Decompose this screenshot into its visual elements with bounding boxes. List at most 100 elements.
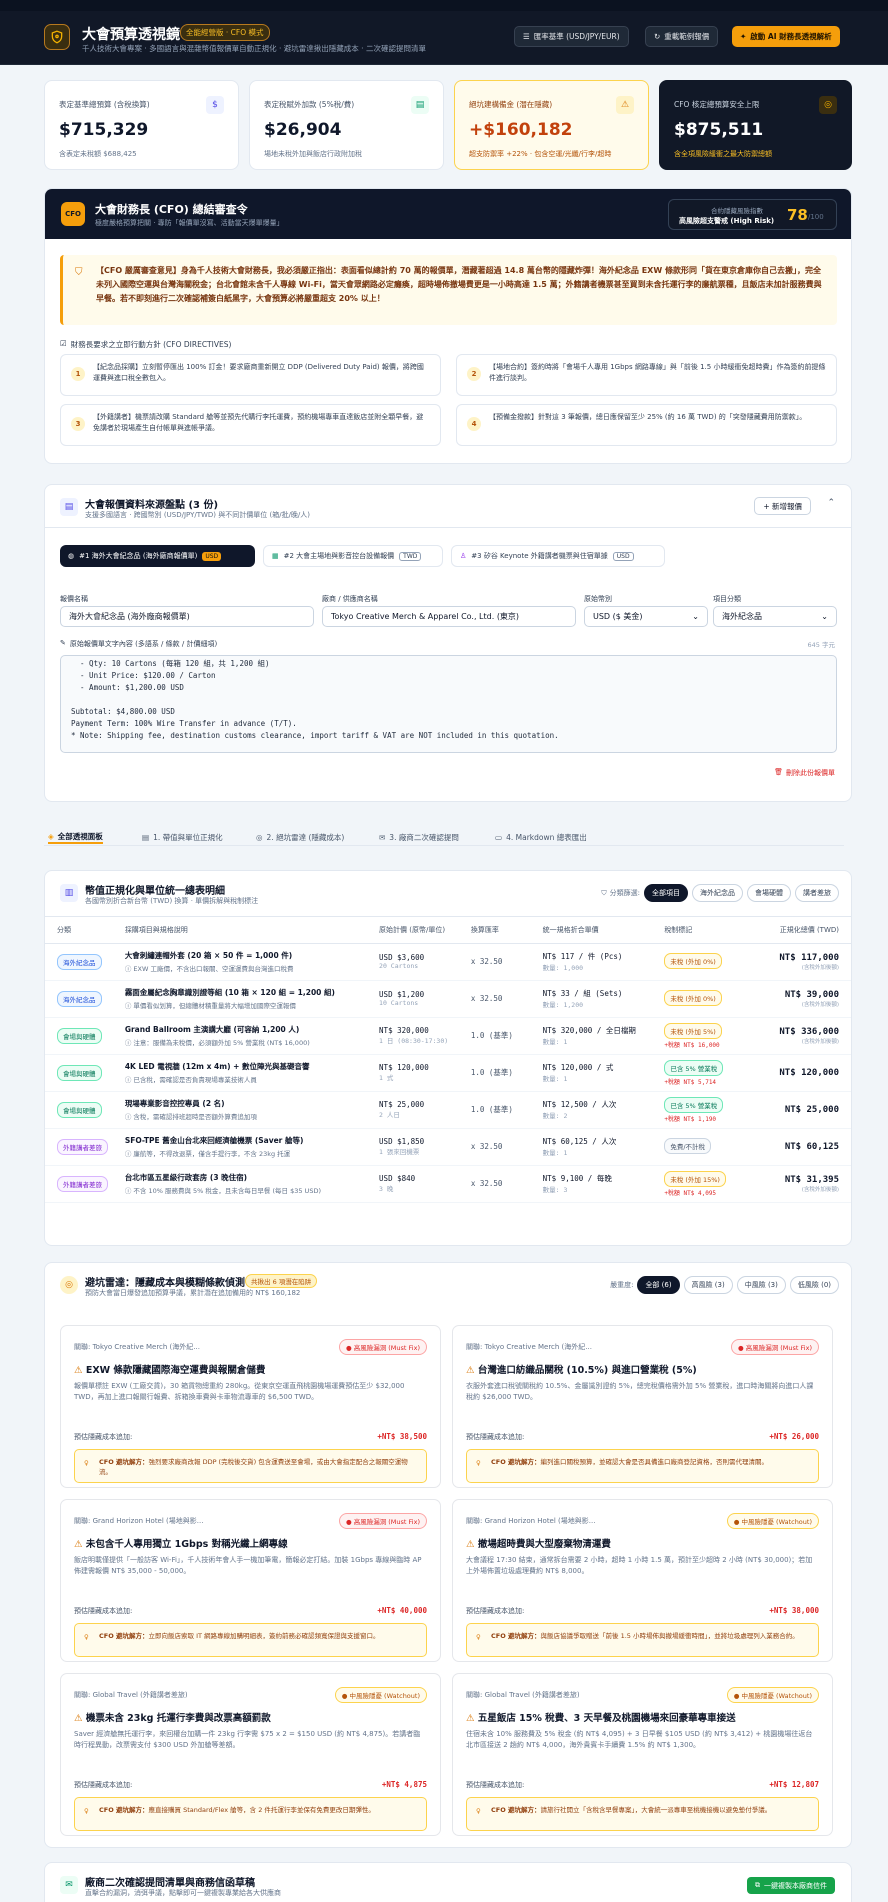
total-note: (含稅外加後額) (801, 1038, 839, 1045)
unit-price: NT$ 320,000 / 全日檔期 (542, 1026, 636, 1035)
tab-radar[interactable]: ◎ 2. 絕坑雷達 (隱藏成本) (256, 830, 344, 844)
severity-badge: ● 中風險隱憂 (Watchout) (726, 1513, 819, 1529)
severity-badge: ● 中風險隱憂 (Watchout) (726, 1687, 819, 1703)
fx-settings-button[interactable]: ☰ 匯率基準 (USD/JPY/EUR) (514, 26, 629, 47)
risk-card[interactable]: 關聯: Grand Horizon Hotel (場地與影... ● 中風險隱憂 … (452, 1499, 833, 1662)
severity-all[interactable]: 全部 (6) (637, 1276, 680, 1294)
item-note: 注意：服備為未稅價，必須額外加 5% 營業稅 (NT$ 16,000) (133, 1039, 310, 1047)
fx-rate: 1.0 (基準) (470, 1105, 513, 1114)
unit-qty: 數量: 1 (542, 1149, 568, 1157)
table-row[interactable]: 海外紀念品 霧面金屬紀念胸章識別證等組 (10 箱 × 120 組 = 1,200… (45, 980, 851, 1017)
table-column-header: 原始計價 (原幣/單位) (379, 925, 446, 934)
risk-card[interactable]: 關聯: Global Travel (外籍講者差旅) ● 中風險隱憂 (Watch… (452, 1673, 833, 1836)
tab-overview[interactable]: ◈ 全部透視面板 (48, 830, 103, 844)
directive-text: 【紀念品採購】立刻暫停匯出 100% 訂金！要求廠商重新開立 DDP (Deli… (93, 363, 424, 382)
table-row[interactable]: 會場與硬體 Grand Ballroom 主演講大廳 (可容納 1,200 人) ⓘ… (45, 1017, 851, 1054)
item-name: SFO-TPE 舊金山台北來回經濟艙機票 (Saver 艙等) (124, 1136, 304, 1145)
vendor-name-input[interactable]: Tokyo Creative Merch & Apparel Co., Ltd.… (322, 606, 576, 627)
add-quote-button[interactable]: + 新增報價 (754, 497, 811, 515)
risk-card[interactable]: 關聯: Grand Horizon Hotel (場地與影... ● 高風險漏洞 … (60, 1499, 441, 1662)
original-price: USD $1,850 (379, 1137, 425, 1146)
risk-title: ⚠ 未包含千人專用獨立 1Gbps 對稱光纖上網專線 (74, 1539, 288, 1550)
document-icon: ▤ (60, 498, 78, 516)
severity-high[interactable]: 高風險 (3) (683, 1276, 733, 1294)
tab-followup[interactable]: ✉ 3. 廠商二次確認提問 (379, 830, 459, 844)
shield-alert-icon: ⛉ (75, 267, 83, 278)
chevron-up-icon[interactable]: ⌃ (827, 498, 835, 508)
kpi-card-base-budget: 表定基準總預算 (含稅換算) $ $715,329 含表定未稅額 $688,42… (44, 80, 239, 170)
table-column-header: 稅制標記 (664, 925, 693, 934)
table-column-header: 分類 (57, 925, 71, 934)
filter-venue[interactable]: 會場硬體 (747, 884, 791, 902)
category-pill: 海外紀念品 (57, 990, 102, 1007)
warning-icon: ⚠ (74, 1713, 86, 1724)
reload-sample-button[interactable]: ↻ 重載範例報價 (645, 26, 719, 47)
cost-value: +NT$ 38,000 (769, 1606, 819, 1615)
cost-label: 預估隱藏成本追加: (466, 1781, 525, 1789)
risk-card[interactable]: 關聯: Global Travel (外籍講者差旅) ● 中風險隱憂 (Watch… (60, 1673, 441, 1836)
cfo-solution: ♀ CFO 避坑解方：強烈要求廠商改報 DDP (完稅後交貨) 包含運費送至會場，… (74, 1449, 427, 1483)
source-tab-2[interactable]: ▦ #2 大會主場地與影音控台設備報價 TWD (263, 545, 443, 567)
raw-quote-line (71, 694, 826, 706)
risk-card[interactable]: 關聯: Tokyo Creative Merch (海外紀... ● 高風險漏洞 … (60, 1325, 441, 1488)
source-tab-1[interactable]: ◍ #1 海外大會紀念品 (海外廠商報價單) USD (60, 545, 255, 567)
category-pill: 會場與硬體 (57, 1101, 102, 1118)
fx-rate: 1.0 (基準) (470, 1031, 513, 1040)
risk-card[interactable]: 關聯: Tokyo Creative Merch (海外紀... ● 高風險漏洞 … (452, 1325, 833, 1488)
tax-pill: 未稅 (外加 5%) (664, 1022, 722, 1039)
quote-name-input[interactable]: 海外大會紀念品 (海外廠商報價單) (60, 606, 314, 627)
raw-quote-line: Payment Term: 100% Wire Transfer in adva… (71, 719, 297, 728)
cost-value: +NT$ 4,875 (381, 1780, 427, 1789)
filter-merch[interactable]: 海外紀念品 (692, 884, 743, 902)
original-price: USD $1,200 (379, 990, 425, 999)
copy-email-button[interactable]: ⧉ 一鍵複製本廠商信件 (747, 1877, 835, 1894)
raw-quote-line: * Note: Shipping fee, destination custom… (71, 731, 559, 740)
unit-qty: 數量: 1,200 (542, 1001, 584, 1009)
delete-quote-button[interactable]: 🗑 刪除此份報價單 (774, 768, 835, 778)
table-row[interactable]: 外籍講者差旅 台北市區五星級行政套房 (3 晚住宿) ⓘ 不含 10% 服務費與 5… (45, 1165, 851, 1202)
severity-low[interactable]: 低風險 (0) (789, 1276, 839, 1294)
fx-rate: x 32.50 (470, 1142, 503, 1151)
char-count: 645 字元 (807, 641, 835, 649)
normalized-total: NT$ 31,395 (784, 1174, 839, 1185)
fx-rate: x 32.50 (470, 1179, 503, 1188)
lightbulb-icon: ♀ (476, 1633, 481, 1641)
category-select[interactable]: 海外紀念品 ⌄ (713, 606, 837, 627)
dot-icon: ● (345, 1344, 354, 1352)
table-row[interactable]: 會場與硬體 4K LED 電視牆 (12m x 4m) + 數位陣光與基礎音響 ⓘ … (45, 1054, 851, 1091)
filter-all[interactable]: 全部項目 (644, 884, 688, 902)
filter-icon: ⛉ (601, 888, 607, 897)
severity-badge: ● 高風險漏洞 (Must Fix) (338, 1513, 427, 1529)
raw-quote-line: - Amount: $1,200.00 USD (71, 683, 184, 692)
original-unit: 1 張來回機票 (379, 1148, 420, 1156)
cfo-solution: ♀ CFO 避坑解方：立即向飯店索取 IT 網路專線加購明細表，簽約前務必確認頻寬… (74, 1623, 427, 1657)
original-unit: 1 式 (379, 1074, 394, 1082)
table-row[interactable]: 外籍講者差旅 SFO-TPE 舊金山台北來回經濟艙機票 (Saver 艙等) ⓘ 廉… (45, 1128, 851, 1165)
currency-select[interactable]: USD ($ 美金) ⌄ (584, 606, 708, 627)
ai-analyze-button[interactable]: ✦ 啟動 AI 財務長透視解析 (732, 26, 840, 47)
fx-rate: x 32.50 (470, 957, 503, 966)
lightbulb-icon: ♀ (84, 1633, 89, 1641)
original-unit: 10 Cartons (379, 999, 419, 1007)
raw-quote-line: Subtotal: $4,800.00 USD (71, 707, 175, 716)
table-column-header: 採購項目與規格說明 (124, 925, 188, 934)
unit-qty: 數量: 1 (542, 1038, 568, 1046)
building-icon: ▦ (272, 552, 279, 560)
severity-mid[interactable]: 中風險 (3) (736, 1276, 786, 1294)
table-row[interactable]: 會場與硬體 現場專業影音控控專員 (2 名) ⓘ 含稅，需確認排班超時是否額外算費追… (45, 1091, 851, 1128)
item-name: 霧面金屬紀念胸章識別證等組 (10 箱 × 120 組 = 1,200 組) (124, 988, 335, 997)
filter-travel[interactable]: 講者差旅 (795, 884, 839, 902)
refresh-icon: ↻ (654, 32, 661, 41)
risk-title: ⚠ EXW 條款隱藏國際海空運費與報關倉儲費 (74, 1365, 266, 1376)
tab-markdown[interactable]: ▭ 4. Markdown 總表匯出 (495, 830, 587, 844)
table-row[interactable]: 海外紀念品 大會刺繡連帽外套 (20 箱 × 50 件 = 1,000 件) ⓘ E… (45, 943, 851, 980)
cost-value: +NT$ 40,000 (377, 1606, 427, 1615)
severity-badge: ● 高風險漏洞 (Must Fix) (338, 1339, 427, 1355)
raw-quote-textarea[interactable]: - Qty: 10 Cartons (每箱 120 組，共 1,200 組) -… (60, 655, 837, 753)
source-tab-3[interactable]: ♙ #3 矽谷 Keynote 外籍講者機票與住宿單據 USD (451, 545, 665, 567)
list-icon: ▤ (142, 832, 150, 842)
raw-quote-line: - Unit Price: $120.00 / Carton (71, 671, 216, 680)
tab-normalize[interactable]: ▤ 1. 帶值與單位正規化 (142, 830, 223, 844)
risk-source: 關聯: Tokyo Creative Merch (海外紀... (74, 1343, 200, 1351)
total-note: (含稅外加後額) (801, 1001, 839, 1008)
